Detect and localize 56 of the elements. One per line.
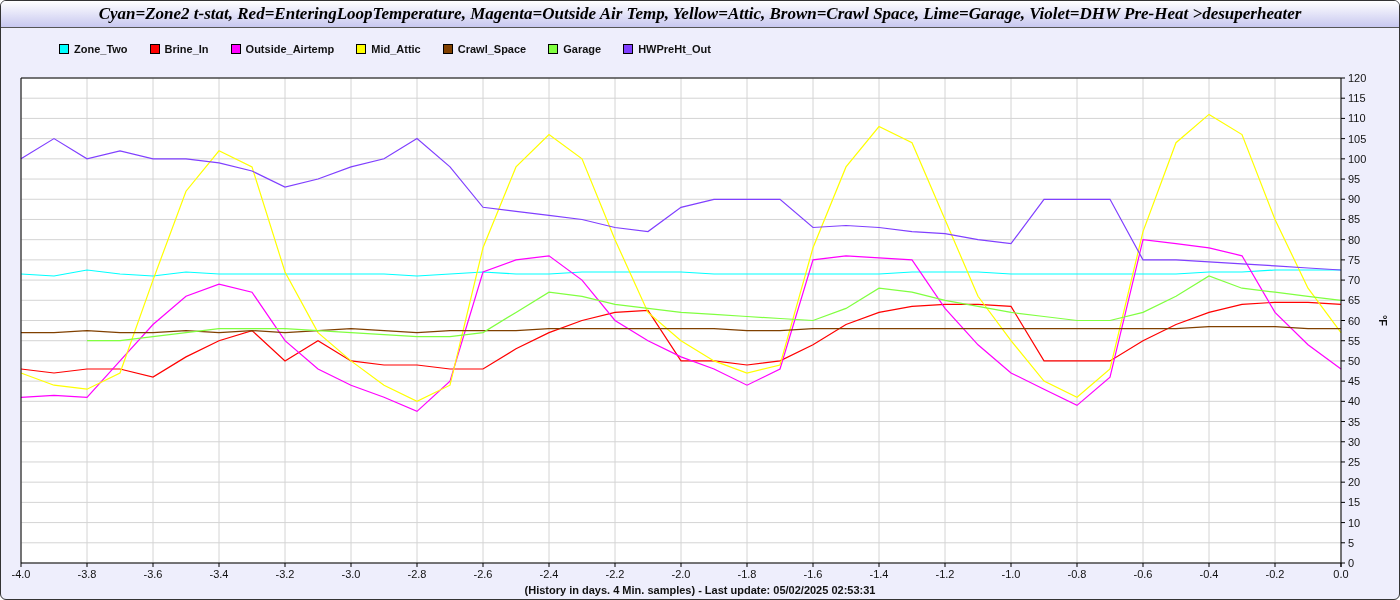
axis-tick-label: 55 [1348, 334, 1361, 347]
axis-tick-label: -1.2 [935, 568, 955, 580]
axis-tick-label: 0.0 [1333, 568, 1349, 580]
axis-tick-label: -2.0 [671, 568, 691, 580]
axis-tick-label: -3.2 [275, 568, 295, 580]
axis-tick-label: 115 [1348, 92, 1366, 105]
legend-label: Mid_Attic [371, 43, 421, 55]
axis-tick-label: -0.2 [1265, 568, 1285, 580]
axis-tick-label: 70 [1348, 274, 1361, 287]
legend-label: Outside_Airtemp [245, 43, 335, 55]
axis-tick-label: -1.0 [1001, 568, 1021, 580]
axis-tick-label: -2.8 [407, 568, 427, 580]
axis-tick-label: -3.4 [209, 568, 229, 580]
axis-tick-label: -0.6 [1133, 568, 1153, 580]
axis-tick-label: -2.2 [605, 568, 625, 580]
axis-tick-label: 105 [1348, 132, 1367, 145]
axis-tick-label: -0.8 [1067, 568, 1087, 580]
axis-tick-label: -1.4 [869, 568, 889, 580]
axis-tick-label: -3.8 [77, 568, 97, 580]
legend-label: Brine_In [164, 43, 209, 55]
axis-tick-label: 10 [1348, 516, 1361, 529]
axis-tick-label: 40 [1348, 395, 1361, 408]
axis-tick-label: 15 [1348, 496, 1361, 509]
axis-tick-label: -3.0 [341, 568, 361, 580]
legend-label: Zone_Two [74, 43, 128, 55]
legend-label: Crawl_Space [457, 43, 527, 55]
axis-tick-label: 120 [1348, 72, 1367, 84]
axis-tick-label: 80 [1348, 233, 1361, 246]
axis-tick-label: 30 [1348, 435, 1361, 448]
axis-tick-label: 20 [1348, 476, 1361, 489]
axis-tick-label: 5 [1348, 536, 1355, 549]
axis-tick-label: 90 [1348, 193, 1361, 206]
axis-tick-label: -2.6 [473, 568, 493, 580]
axis-tick-label: -4.0 [11, 568, 31, 580]
axis-tick-label: 110 [1348, 112, 1366, 125]
chart-title: Cyan=Zone2 t-stat, Red=EnteringLoopTemperature, Magenta=Outside Air Temp, Yellow=Attic, Brown=Crawl Space, Lime=Garage, Violet=DHW Pre-Heat >desuperheater [1, 1, 1399, 28]
axis-tick-label: -1.8 [737, 568, 757, 580]
axis-tick-label: 50 [1348, 354, 1361, 367]
axis-tick-label: -1.6 [803, 568, 823, 580]
axis-tick-label: 60 [1348, 314, 1361, 327]
axis-tick-label: -2.4 [539, 568, 559, 580]
axis-tick-label: 65 [1348, 294, 1361, 307]
axis-title: (History in days. 4 Min. samples) - Last update: 05/02/2025 02:53:31 [524, 584, 876, 596]
axis-title: °F [1377, 314, 1389, 327]
axis-tick-label: 0 [1348, 557, 1355, 569]
legend-label: Garage [563, 43, 602, 55]
axis-tick-label: 75 [1348, 253, 1361, 266]
legend-label: HWPreHt_Out [638, 43, 711, 55]
axis-tick-label: 35 [1348, 415, 1361, 428]
axis-tick-label: -0.4 [1199, 568, 1219, 580]
axis-tick-label: 25 [1348, 455, 1361, 468]
axis-tick-label: 95 [1348, 173, 1361, 186]
axis-tick-label: -3.6 [143, 568, 163, 580]
axis-tick-label: 85 [1348, 213, 1361, 226]
axis-tick-label: 45 [1348, 375, 1361, 388]
axis-tick-label: 100 [1348, 152, 1367, 165]
